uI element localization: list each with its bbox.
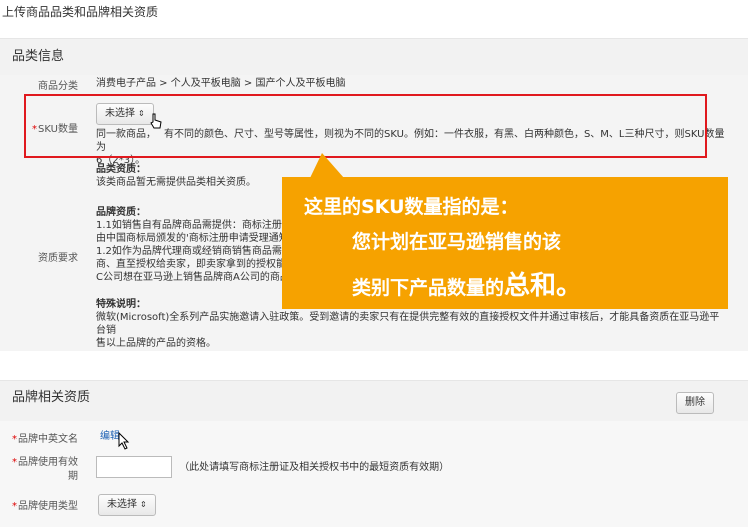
brand-validity-hint: （此处请填写商标注册证及相关授权书中的最短资质有效期） <box>179 461 450 473</box>
special-note-line: 售以上品牌的产品的资格。 <box>96 338 216 349</box>
select-arrow-icon: ⇕ <box>140 500 147 509</box>
brand-usage-label: *品牌使用类型 <box>12 501 78 512</box>
brand-qual-header: 品牌相关资质 <box>0 381 748 421</box>
callout-pointer <box>310 153 344 178</box>
qualification-label: 资质要求 <box>38 253 78 264</box>
brand-name-label: *品牌中英文名 <box>12 434 78 445</box>
callout-line3: 类别下产品数量的总和。 <box>352 271 583 301</box>
brand-validity-label: *品牌使用有效期 <box>12 457 78 482</box>
page-title: 上传商品品类和品牌相关资质 <box>2 5 159 19</box>
mouse-pointer-icon <box>117 431 131 453</box>
brand-usage-select[interactable]: 未选择 ⇕ <box>98 494 156 516</box>
category-label: 商品分类 <box>38 81 78 92</box>
delete-button[interactable]: 删除 <box>676 392 714 414</box>
sku-highlight-box <box>24 94 707 158</box>
callout-line1: 这里的SKU数量指的是： <box>304 196 519 218</box>
category-value: 消费电子产品 > 个人及平板电脑 > 国产个人及平板电脑 <box>96 78 346 89</box>
brand-validity-input[interactable] <box>96 456 172 478</box>
category-info-header: 品类信息 <box>0 39 748 75</box>
special-note-line: 微软(Microsoft)全系列产品实施邀请入驻政策。受到邀请的卖家只有在提供完… <box>96 312 720 336</box>
callout-line2: 您计划在亚马逊销售的该 <box>352 231 562 253</box>
category-qual-title: 品类资质： <box>96 164 146 175</box>
sku-explanation-callout: 这里的SKU数量指的是： 您计划在亚马逊销售的该 类别下产品数量的总和。 <box>282 177 728 309</box>
